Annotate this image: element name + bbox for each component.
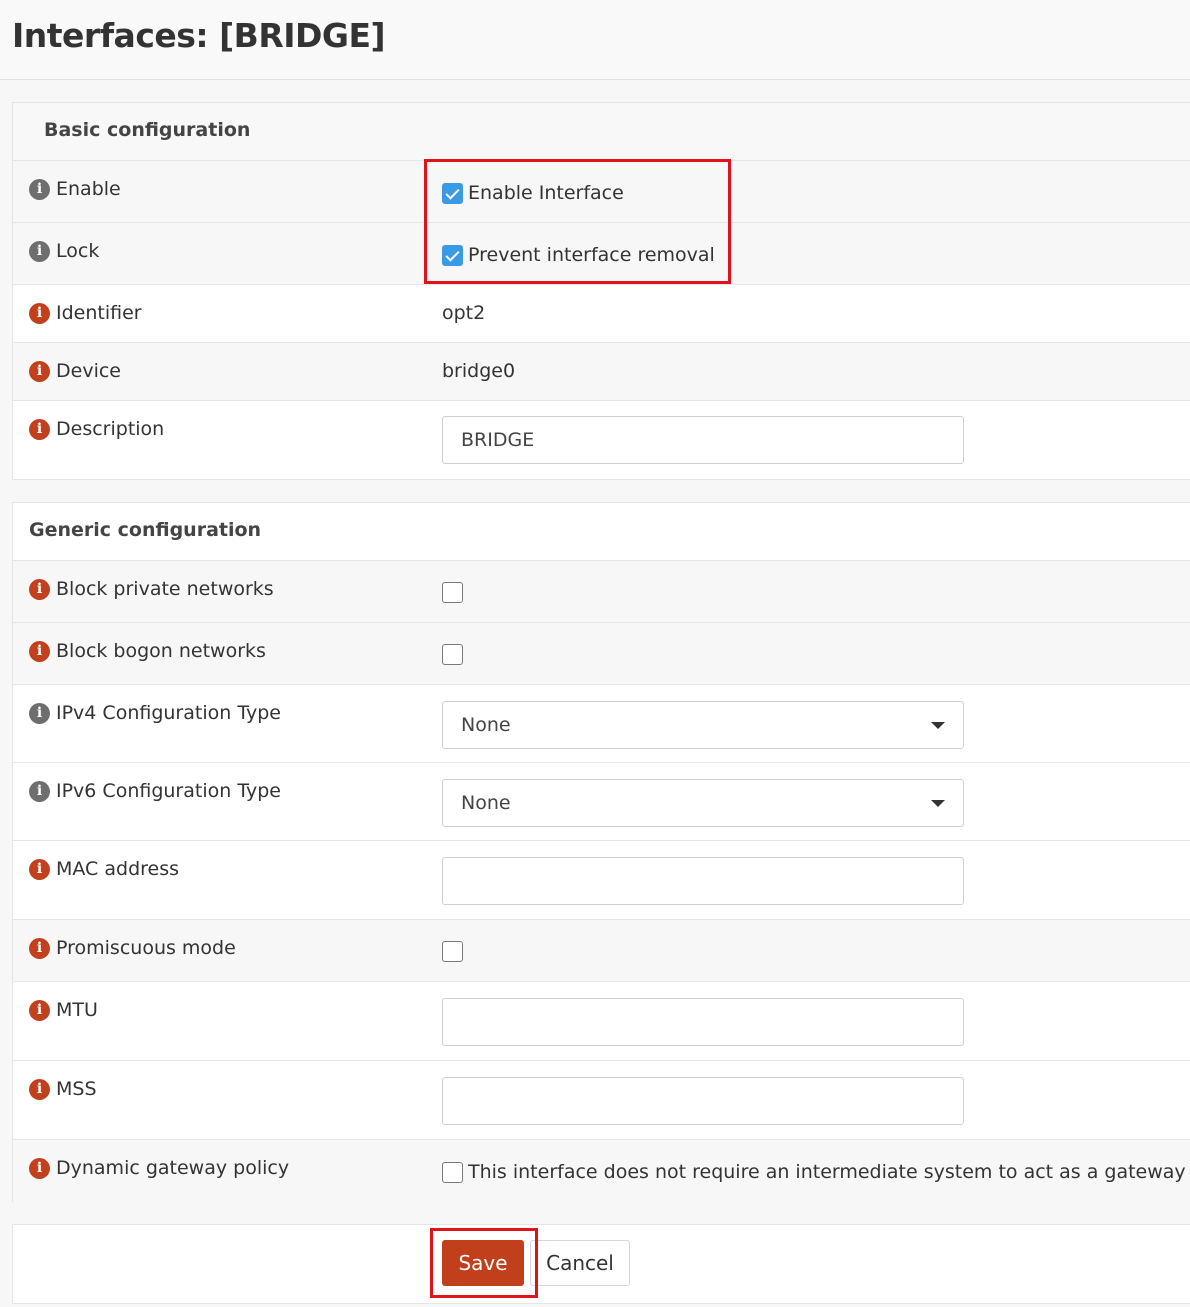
device-value: bridge0 (442, 360, 516, 382)
block-private-checkbox[interactable] (442, 582, 463, 603)
info-icon[interactable]: i (29, 302, 50, 324)
generic-configuration-header: Generic configuration (13, 503, 1190, 561)
block-private-label: Block private networks (56, 578, 274, 600)
info-icon[interactable]: i (29, 360, 50, 382)
row-identifier: i Identifier opt2 (13, 285, 1190, 343)
info-icon[interactable]: i (29, 999, 50, 1021)
ipv4-type-value: None (461, 714, 511, 736)
caret-down-icon (931, 722, 945, 729)
block-bogon-checkbox[interactable] (442, 644, 463, 665)
info-icon[interactable]: i (29, 178, 50, 200)
row-description: i Description BRIDGE (13, 401, 1190, 481)
cancel-button[interactable]: Cancel (530, 1240, 630, 1286)
dynamic-gateway-checkbox-label[interactable]: This interface does not require an inter… (468, 1161, 1186, 1183)
info-icon[interactable]: i (29, 640, 50, 662)
dynamic-gateway-checkbox[interactable] (442, 1161, 463, 1183)
row-block-private: i Block private networks (13, 561, 1190, 623)
ipv6-type-value: None (461, 792, 511, 814)
mac-address-input[interactable] (442, 857, 964, 905)
page-header: Interfaces: [BRIDGE] (0, 0, 1190, 80)
info-icon[interactable]: i (29, 418, 50, 440)
highlight-box (430, 1228, 538, 1298)
info-icon[interactable]: i (29, 937, 50, 959)
info-icon[interactable]: i (29, 578, 50, 600)
lock-label: Lock (56, 240, 100, 262)
device-label: Device (56, 360, 121, 382)
mss-input[interactable] (442, 1077, 964, 1125)
basic-configuration-header: Basic configuration (13, 103, 1190, 161)
page-title: Interfaces: [BRIDGE] (12, 16, 386, 55)
ipv6-type-label: IPv6 Configuration Type (56, 780, 281, 802)
generic-configuration-panel: Generic configuration i Block private ne… (12, 502, 1190, 1203)
info-icon[interactable]: i (29, 858, 50, 880)
promiscuous-checkbox[interactable] (442, 941, 463, 962)
basic-configuration-title: Basic configuration (44, 119, 251, 141)
ipv4-type-label: IPv4 Configuration Type (56, 702, 281, 724)
caret-down-icon (931, 800, 945, 807)
mtu-label: MTU (56, 999, 98, 1021)
row-dynamic-gateway: i Dynamic gateway policy This interface … (13, 1140, 1190, 1203)
generic-configuration-title: Generic configuration (29, 519, 262, 541)
highlight-box (424, 159, 731, 284)
info-icon[interactable]: i (29, 1078, 50, 1100)
ipv6-type-select[interactable]: None (442, 779, 964, 827)
row-mtu: i MTU (13, 982, 1190, 1061)
row-block-bogon: i Block bogon networks (13, 623, 1190, 685)
dynamic-gateway-label: Dynamic gateway policy (56, 1157, 290, 1179)
row-mac: i MAC address (13, 841, 1190, 920)
identifier-label: Identifier (56, 302, 142, 324)
mac-label: MAC address (56, 858, 180, 880)
block-bogon-label: Block bogon networks (56, 640, 266, 662)
info-icon[interactable]: i (29, 1157, 50, 1179)
row-promiscuous: i Promiscuous mode (13, 920, 1190, 982)
mss-label: MSS (56, 1078, 97, 1100)
description-label: Description (56, 418, 165, 440)
identifier-value: opt2 (442, 302, 486, 324)
enable-label: Enable (56, 178, 121, 200)
info-icon[interactable]: i (29, 780, 50, 802)
description-input[interactable]: BRIDGE (442, 416, 964, 464)
info-icon[interactable]: i (29, 240, 50, 262)
row-device: i Device bridge0 (13, 343, 1190, 401)
info-icon[interactable]: i (29, 702, 50, 724)
promiscuous-label: Promiscuous mode (56, 937, 236, 959)
row-ipv6-type: i IPv6 Configuration Type None (13, 763, 1190, 841)
row-ipv4-type: i IPv4 Configuration Type None (13, 685, 1190, 763)
mtu-input[interactable] (442, 998, 964, 1046)
row-mss: i MSS (13, 1061, 1190, 1140)
ipv4-type-select[interactable]: None (442, 701, 964, 749)
